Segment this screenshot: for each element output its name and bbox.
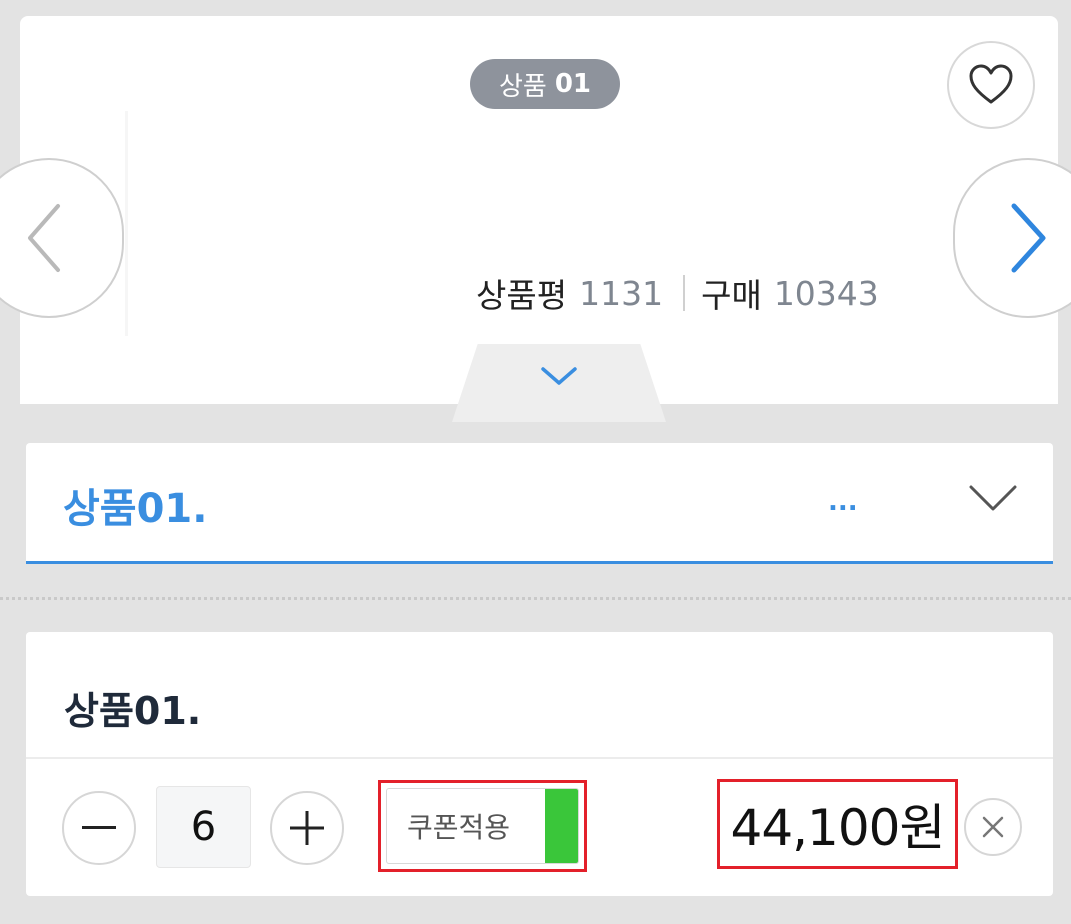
price-highlight: 44,100원 (717, 779, 958, 869)
review-label: 상품평 (476, 276, 568, 315)
quantity-decrease-button[interactable] (62, 791, 136, 865)
selected-item-title: 상품01. (64, 689, 202, 733)
expand-details-tab[interactable] (452, 344, 666, 422)
product-card: 상품 01 상품평 1131 구매 10343 (20, 16, 1058, 422)
pill-prefix: 상품 (498, 71, 547, 102)
option-ellipsis: ... (828, 487, 858, 517)
plus-icon (290, 811, 324, 845)
selected-item-card: 상품01. 6 쿠폰적용 44,100원 (26, 632, 1053, 896)
coupon-label: 쿠폰적용 (407, 811, 511, 844)
chevron-down-icon (969, 485, 1017, 511)
product-stats: 상품평 1131 구매 10343 (476, 268, 879, 318)
review-count[interactable]: 1131 (579, 274, 663, 313)
minus-icon (82, 826, 116, 829)
stats-separator (683, 275, 686, 311)
wishlist-button[interactable] (947, 41, 1035, 129)
remove-item-button[interactable] (964, 798, 1022, 856)
quantity-increase-button[interactable] (270, 791, 344, 865)
chevron-down-icon (541, 367, 577, 385)
chevron-right-icon (1011, 203, 1046, 273)
product-name-pill: 상품 01 (470, 59, 620, 109)
item-divider (26, 757, 1053, 759)
pill-number: 01 (554, 69, 592, 99)
option-select[interactable]: 상품01. ... (26, 443, 1053, 564)
close-icon (982, 816, 1004, 838)
option-selected-label: 상품01. (63, 486, 208, 532)
coupon-apply-button[interactable]: 쿠폰적용 (386, 788, 579, 864)
section-divider (0, 597, 1071, 600)
coupon-highlight: 쿠폰적용 (378, 780, 587, 872)
quantity-input[interactable]: 6 (156, 786, 251, 868)
product-image (125, 111, 128, 336)
heart-icon (969, 64, 1013, 104)
chevron-left-icon (28, 204, 60, 272)
purchase-label: 구매 (701, 276, 762, 315)
coupon-toggle[interactable] (545, 789, 578, 863)
item-price: 44,100원 (730, 799, 946, 857)
purchase-count: 10343 (773, 273, 879, 313)
